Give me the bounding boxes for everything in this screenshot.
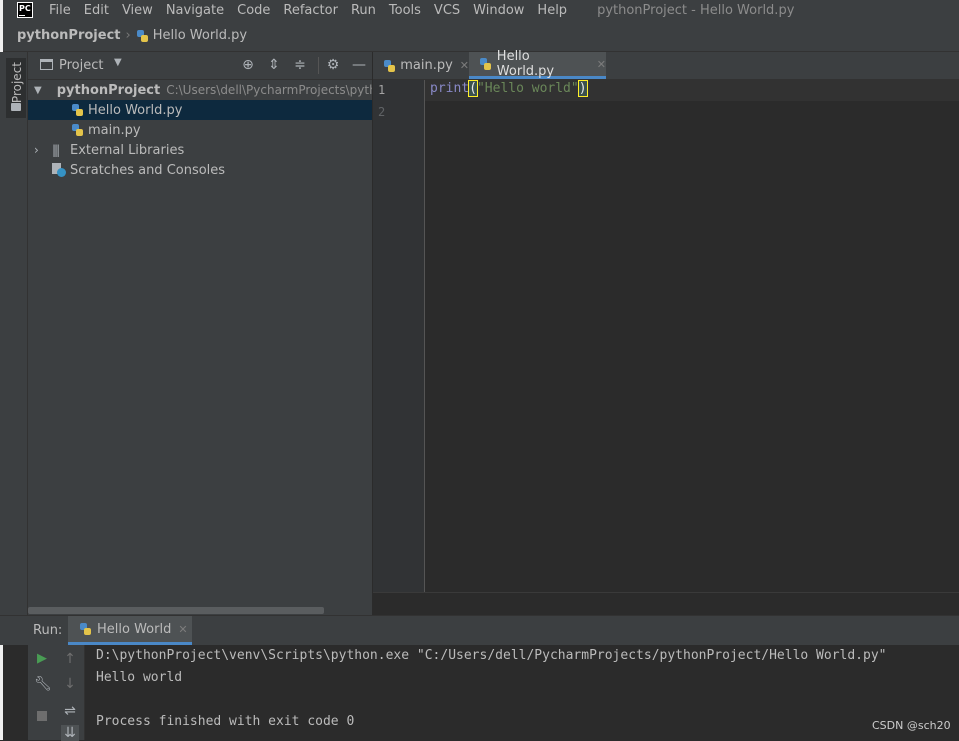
soft-wrap-icon[interactable]: ⇌ bbox=[62, 703, 78, 719]
editor-tab-bar: main.py ✕ Hello World.py ✕ bbox=[373, 49, 959, 80]
run-toolbar: ▶ 🔧︎ bbox=[28, 645, 56, 740]
menu-edit[interactable]: Edit bbox=[84, 3, 109, 18]
code-paren-close: ) bbox=[577, 80, 588, 97]
run-console[interactable]: D:\pythonProject\venv\Scripts\python.exe… bbox=[85, 645, 959, 740]
horizontal-scrollbar[interactable] bbox=[28, 607, 324, 614]
menu-window[interactable]: Window bbox=[473, 3, 524, 18]
tree-item-label: pythonProject bbox=[56, 82, 161, 98]
menu-bar: PC File Edit View Navigate Code Refactor… bbox=[0, 0, 959, 20]
chevron-right-icon[interactable]: › bbox=[34, 143, 44, 157]
pycharm-logo[interactable]: PC bbox=[17, 2, 33, 18]
breadcrumb: pythonProject › Hello World.py bbox=[0, 20, 959, 52]
menu-navigate[interactable]: Navigate bbox=[166, 3, 224, 18]
menu-tools[interactable]: Tools bbox=[389, 3, 421, 18]
breadcrumb-file[interactable]: Hello World.py bbox=[153, 28, 247, 43]
code-text[interactable]: print("Hello world") bbox=[430, 80, 588, 97]
line-number: 1 bbox=[378, 83, 386, 97]
arrow-down-icon[interactable]: ↓ bbox=[62, 676, 78, 692]
tab-label: Hello World.py bbox=[496, 49, 555, 79]
menu-file[interactable]: File bbox=[49, 3, 71, 18]
menu-refactor[interactable]: Refactor bbox=[283, 3, 338, 18]
run-panel-header: Run: Hello World ✕ bbox=[0, 615, 959, 645]
editor-footer bbox=[373, 592, 959, 616]
code-paren-open: ( bbox=[468, 80, 478, 97]
menu-help[interactable]: Help bbox=[537, 3, 567, 18]
python-file-icon bbox=[71, 103, 84, 117]
tree-item-path: C:\Users\dell\PycharmProjects\pytho bbox=[166, 83, 372, 97]
tree-item-label: main.py bbox=[88, 122, 141, 138]
toolbar-divider bbox=[318, 57, 319, 74]
run-tab-hello-world[interactable]: Hello World ✕ bbox=[68, 616, 192, 645]
caret bbox=[586, 81, 588, 96]
breadcrumb-project[interactable]: pythonProject bbox=[17, 28, 121, 43]
wrench-icon[interactable]: 🔧︎ bbox=[34, 676, 52, 692]
python-file-icon bbox=[71, 123, 84, 137]
stop-icon[interactable] bbox=[34, 709, 50, 725]
gear-icon[interactable]: ⚙ bbox=[325, 57, 341, 73]
menu-run[interactable]: Run bbox=[351, 3, 376, 18]
library-icon: ||| bbox=[52, 143, 60, 157]
run-toolbar-secondary: ↑ ↓ ⇌ ⇊ bbox=[56, 645, 85, 741]
minimize-icon[interactable]: — bbox=[351, 57, 367, 73]
tree-item-scratches[interactable]: Scratches and Consoles bbox=[28, 160, 372, 180]
arrow-up-icon[interactable]: ↑ bbox=[62, 651, 78, 667]
tab-main-py[interactable]: main.py ✕ bbox=[383, 52, 469, 79]
close-icon[interactable]: ✕ bbox=[597, 58, 606, 71]
python-file-icon bbox=[479, 57, 492, 71]
left-tool-strip bbox=[0, 52, 28, 615]
expand-all-icon[interactable]: ⇕ bbox=[266, 57, 282, 73]
chevron-right-icon: › bbox=[125, 28, 131, 43]
console-line-command: D:\pythonProject\venv\Scripts\python.exe… bbox=[96, 648, 887, 663]
rerun-icon[interactable]: ▶ bbox=[34, 651, 50, 667]
project-tool-label: Project bbox=[10, 62, 24, 104]
close-icon[interactable]: ✕ bbox=[460, 59, 469, 72]
tree-item-label: Scratches and Consoles bbox=[70, 162, 226, 178]
tab-hello-world-py[interactable]: Hello World.py ✕ bbox=[469, 49, 606, 79]
python-file-icon bbox=[79, 622, 92, 636]
tree-item-hello-world[interactable]: Hello World.py bbox=[28, 100, 372, 120]
folder-icon bbox=[11, 103, 21, 111]
python-file-icon bbox=[383, 59, 395, 73]
watermark: CSDN @sch20 bbox=[872, 719, 951, 732]
tree-item-main[interactable]: main.py bbox=[28, 120, 372, 140]
project-view-icon bbox=[40, 59, 53, 70]
run-tab-label: Hello World bbox=[97, 621, 172, 637]
locate-icon[interactable]: ⊕ bbox=[240, 57, 256, 73]
project-view-selector[interactable]: Project bbox=[59, 58, 103, 73]
menu-vcs[interactable]: VCS bbox=[434, 3, 460, 18]
code-function: print bbox=[430, 81, 470, 96]
chevron-down-icon[interactable]: ▼ bbox=[34, 85, 42, 96]
scratches-icon bbox=[52, 163, 66, 177]
tree-item-external-libraries[interactable]: › ||| External Libraries bbox=[28, 140, 372, 160]
tree-item-label: External Libraries bbox=[70, 142, 185, 158]
console-line-exit: Process finished with exit code 0 bbox=[96, 714, 355, 729]
menu-code[interactable]: Code bbox=[237, 3, 270, 18]
code-string: "Hello world" bbox=[476, 81, 579, 96]
scroll-to-end-icon[interactable]: ⇊ bbox=[61, 725, 79, 741]
tree-item-label: Hello World.py bbox=[88, 102, 183, 118]
tree-item-project-root[interactable]: ▼ pythonProject C:\Users\dell\PycharmPro… bbox=[28, 80, 372, 100]
window-title: pythonProject - Hello World.py bbox=[597, 2, 795, 18]
project-panel: Project ▼ ⊕ ⇕ ≑ ⚙ — ▼ pythonProject C:\U… bbox=[28, 52, 372, 615]
line-number-gutter: 1 2 bbox=[373, 80, 425, 592]
menu-view[interactable]: View bbox=[122, 3, 153, 18]
run-label: Run: bbox=[33, 623, 63, 638]
console-line-output: Hello world bbox=[96, 670, 183, 685]
collapse-all-icon[interactable]: ≑ bbox=[292, 57, 308, 73]
tab-label: main.py bbox=[400, 58, 453, 73]
python-file-icon bbox=[136, 29, 149, 43]
editor-area: main.py ✕ Hello World.py ✕ 1 2 print("He… bbox=[373, 49, 959, 616]
project-toolbar: Project ▼ ⊕ ⇕ ≑ ⚙ — bbox=[28, 52, 372, 80]
line-number: 2 bbox=[378, 105, 386, 119]
chevron-down-icon[interactable]: ▼ bbox=[114, 57, 122, 68]
close-icon[interactable]: ✕ bbox=[178, 623, 187, 636]
